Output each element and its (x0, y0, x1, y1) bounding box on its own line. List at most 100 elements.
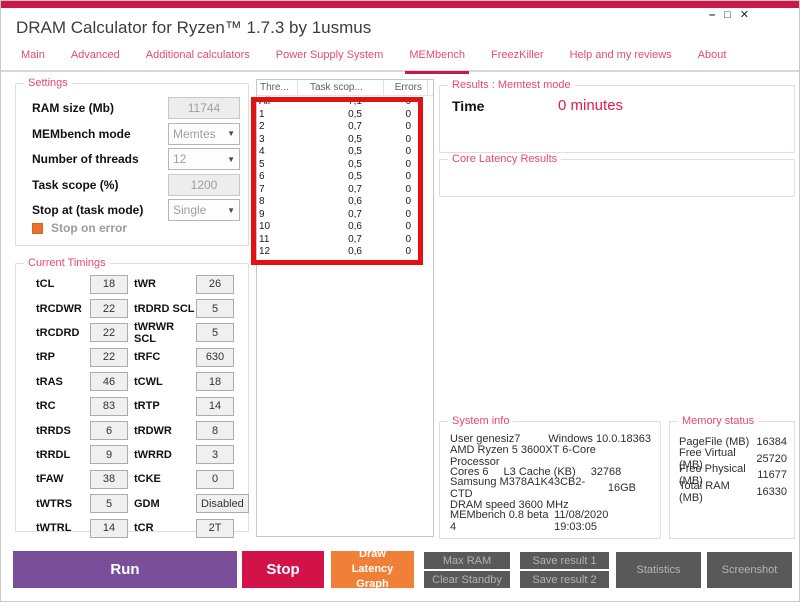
column-header-threads[interactable]: Thre... (257, 80, 298, 95)
stop-at-select[interactable]: Single ▼ (168, 199, 240, 221)
timings-grid: tCL 18 tWR 26 tRCDWR 22 tRDRD SCL 5 tRCDRD 22 tWRW… (36, 272, 249, 540)
table-row[interactable]: 1 0,5 0 (257, 109, 433, 122)
draw-latency-graph-button[interactable]: Draw Latency Graph (331, 548, 414, 590)
timing-value-tfaw: 38 (90, 469, 128, 489)
control-value: 12 (173, 152, 187, 166)
table-row[interactable]: 5 0,5 0 (257, 159, 433, 172)
tab-main[interactable]: Main (21, 49, 45, 69)
membench-mode-select[interactable]: Memtes ▼ (168, 122, 240, 145)
timing-value-twr: 26 (196, 274, 234, 294)
cell-task-scope: 0,5 (348, 133, 362, 145)
tab-additional-calculators[interactable]: Additional calculators (146, 49, 250, 69)
system-info-group: System info User genesiz7 Windows 10.0.18… (439, 415, 661, 539)
timing-value-twrwr-scl: 5 (196, 323, 234, 343)
timing-label-trcdrd: tRCDRD (36, 326, 80, 339)
tab-about[interactable]: About (698, 49, 727, 69)
table-row[interactable]: 8 0,6 0 (257, 196, 433, 209)
timing-value-trc: 83 (90, 396, 128, 416)
cell-thread: 3 (259, 133, 265, 145)
cell-errors: 0 (405, 146, 411, 157)
stop-on-error-label: Stop on error (51, 221, 128, 235)
clear-standby-button[interactable]: Clear Standby (424, 571, 510, 588)
system-info-text: 11/08/2020 19:03:05 (554, 509, 609, 534)
threads-select[interactable]: 12 ▼ (168, 148, 240, 170)
task-scope-input[interactable]: 1200 (168, 173, 240, 196)
window-controls: – □ ✕ (709, 9, 749, 21)
max-ram-button[interactable]: Max RAM (424, 552, 510, 569)
tab-separator-line (1, 70, 799, 72)
column-header-errors[interactable]: Errors (384, 80, 428, 95)
settings-label: Number of threads (32, 152, 139, 166)
memory-status-line: Total RAM (MB) 16330 (679, 480, 787, 504)
minimize-icon[interactable]: – (709, 9, 715, 21)
column-header-task-scope[interactable]: Task scop... (298, 80, 384, 95)
cell-thread: 7 (259, 183, 265, 195)
cell-errors: 0 (405, 158, 411, 170)
timing-label-twrrd: tWRRD (134, 448, 172, 461)
cell-thread: 5 (259, 158, 265, 170)
chevron-down-icon: ▼ (227, 129, 235, 138)
settings-label: RAM size (Mb) (32, 101, 114, 115)
maximize-icon[interactable]: □ (724, 9, 731, 21)
cell-errors: 0 (405, 121, 411, 132)
timing-label-trp: tRP (36, 351, 55, 364)
cell-task-scope: 0,5 (348, 171, 362, 182)
run-button[interactable]: Run (13, 551, 237, 588)
table-row[interactable]: 12 0,6 0 (257, 246, 433, 259)
settings-row-task-scope: Task scope (%) 1200 (32, 173, 240, 197)
timing-label-tcke: tCKE (134, 473, 161, 486)
statistics-button[interactable]: Statistics (616, 552, 701, 588)
system-info-text: MEMbench 0.8 beta 4 (450, 509, 549, 534)
table-row[interactable]: 6 0,5 0 (257, 171, 433, 184)
system-info-text: 16GB (607, 482, 636, 495)
table-row[interactable]: 9 0,7 0 (257, 209, 433, 222)
system-info-title: System info (448, 415, 514, 427)
tab-power-supply-system[interactable]: Power Supply System (276, 49, 384, 69)
system-info-text: 32768 (590, 465, 622, 478)
timing-label-trcdwr: tRCDWR (36, 302, 82, 315)
tab-membench[interactable]: MEMbench (405, 49, 469, 74)
ram-size-input[interactable]: 11744 (168, 97, 240, 119)
tab-help-and-my-reviews[interactable]: Help and my reviews (570, 49, 672, 69)
table-row[interactable]: 11 0,7 0 (257, 234, 433, 247)
table-row[interactable]: 4 0,5 0 (257, 146, 433, 159)
memory-status-value: 16330 (756, 485, 787, 498)
current-timings-group: Current Timings tCL 18 tWR 26 tRCDWR 22 tRDRD … (15, 257, 249, 538)
memory-status-label: Total RAM (MB) (679, 479, 730, 504)
stop-button[interactable]: Stop (242, 551, 324, 588)
table-row[interactable]: 7 0,7 0 (257, 184, 433, 197)
save-result-2-button[interactable]: Save result 2 (520, 571, 609, 588)
cell-thread: 9 (259, 208, 265, 220)
table-row[interactable]: 10 0,6 0 (257, 221, 433, 234)
table-row[interactable]: 3 0,5 0 (257, 134, 433, 147)
close-icon[interactable]: ✕ (740, 9, 749, 21)
tab-freezkiller[interactable]: FreezKiller (491, 49, 544, 69)
save-result-1-button[interactable]: Save result 1 (520, 552, 609, 569)
cell-task-scope: 0,5 (348, 108, 362, 120)
core-latency-group: Core Latency Results (439, 153, 795, 197)
cell-task-scope: 0,6 (348, 246, 362, 257)
app-window: – □ ✕ DRAM Calculator for Ryzen™ 1.7.3 b… (0, 0, 800, 602)
titlebar-accent-strip (1, 1, 799, 8)
timing-label-trfc: tRFC (134, 351, 161, 364)
table-row[interactable]: 2 0,7 0 (257, 121, 433, 134)
cell-task-scope: 0,5 (348, 158, 362, 170)
cell-task-scope: 7,1 (348, 96, 362, 107)
timing-value-trcdwr: 22 (90, 299, 128, 319)
timing-value-tras: 46 (90, 372, 128, 392)
cell-thread: 12 (259, 246, 271, 257)
control-value: Single (173, 203, 207, 217)
tab-advanced[interactable]: Advanced (71, 49, 120, 69)
timing-label-trc: tRC (36, 400, 56, 413)
table-body: All 7,1 0 1 0,5 0 2 0,7 0 3 0,5 0 4 0,5 0 5 0,5 0 6 0,5 0 7 0,… (257, 96, 433, 259)
table-row[interactable]: All 7,1 0 (257, 96, 433, 109)
screenshot-button[interactable]: Screenshot (707, 552, 792, 588)
timing-label-trtp: tRTP (134, 400, 160, 413)
timing-label-tcr: tCR (134, 522, 154, 535)
timing-value-trrdl: 9 (90, 445, 128, 465)
system-info-line: AMD Ryzen 5 3600XT 6-Core Processor (450, 444, 651, 468)
cell-errors: 0 (405, 196, 411, 207)
stop-on-error-checkbox[interactable] (32, 222, 43, 234)
cell-thread: 10 (259, 221, 271, 232)
system-info-line: MEMbench 0.8 beta 4 11/08/2020 19:03:05 (450, 509, 651, 533)
